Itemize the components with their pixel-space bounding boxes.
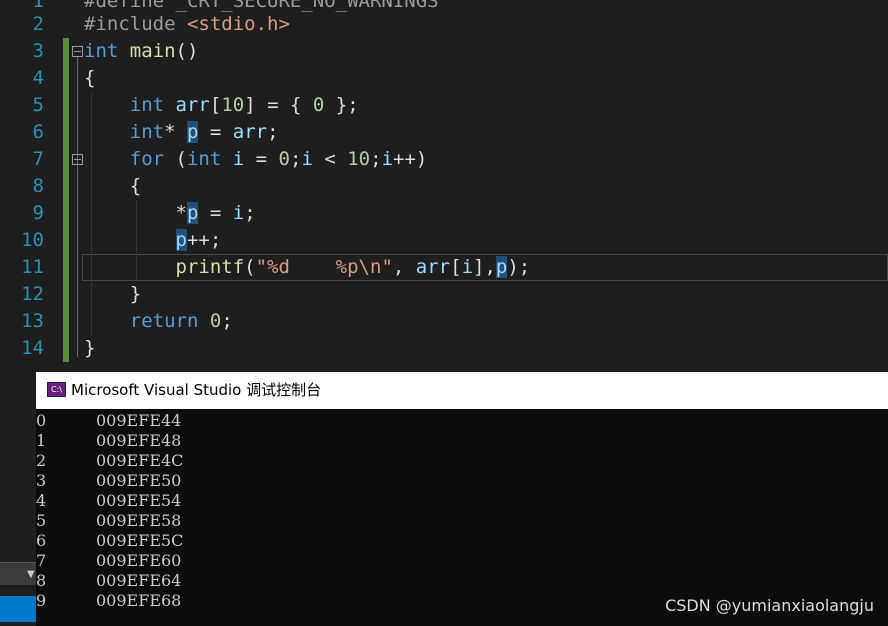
- code-line-9[interactable]: *p = i;: [84, 200, 256, 227]
- variable-i: i: [461, 256, 474, 278]
- line-number: 13: [21, 310, 44, 332]
- output-address: 009EFE60: [96, 551, 182, 570]
- output-index: 5: [36, 511, 47, 530]
- line-number: 3: [32, 40, 44, 62]
- dropdown-arrow-icon[interactable]: ▼: [27, 569, 35, 580]
- output-address: 009EFE68: [96, 591, 182, 610]
- console-output[interactable]: 0 009EFE44 1 009EFE48 2 009EFE4C 3 009EFE50 …: [36, 409, 888, 626]
- keyword-return: return: [129, 310, 199, 332]
- output-address: 009EFE64: [96, 571, 182, 590]
- function-main: main: [129, 40, 176, 62]
- header-name: <stdio.h>: [186, 13, 290, 35]
- line-number: 7: [32, 148, 44, 170]
- code-line-2[interactable]: #include <stdio.h>: [84, 11, 290, 38]
- output-index: 2: [36, 451, 47, 470]
- code-line-14[interactable]: }: [84, 335, 95, 362]
- line-number: 12: [21, 283, 44, 305]
- function-printf: printf: [175, 256, 245, 278]
- output-index: 3: [36, 471, 47, 490]
- line-number: 14: [21, 337, 44, 359]
- csdn-watermark: CSDN @yumianxiaolangju: [665, 596, 874, 615]
- output-index: 8: [36, 571, 47, 590]
- keyword-int: int: [129, 94, 165, 116]
- fold-guide-line: [77, 57, 78, 357]
- number-literal: 0: [209, 310, 222, 332]
- console-window-title: Microsoft Visual Studio 调试控制台: [71, 381, 322, 399]
- output-index: 4: [36, 491, 47, 510]
- number-literal: 10: [221, 94, 245, 116]
- code-line-6[interactable]: int* p = arr;: [84, 119, 279, 146]
- line-number: 2: [32, 13, 44, 35]
- collapse-minus-icon[interactable]: [72, 154, 83, 165]
- code-line-13[interactable]: return 0;: [84, 308, 233, 335]
- output-address: 009EFE4C: [96, 451, 184, 470]
- code-line-3[interactable]: int main(): [84, 38, 198, 65]
- variable-p-highlighted: p: [495, 256, 508, 278]
- format-string: "%d %p\n": [255, 256, 393, 278]
- variable-p-highlighted: p: [175, 229, 187, 251]
- variable-p-highlighted: p: [186, 202, 199, 224]
- line-number: 5: [32, 94, 44, 116]
- variable-i: i: [232, 148, 245, 170]
- variable-p-highlighted: p: [186, 121, 199, 143]
- code-editor[interactable]: 1 2 3 4 5 6 7 8 9 10 11 12 13 14 #define…: [0, 0, 888, 372]
- code-line-7[interactable]: for (int i = 0;i < 10;i++): [84, 146, 428, 173]
- variable-arr: arr: [415, 256, 451, 278]
- output-address: 009EFE50: [96, 471, 182, 490]
- keyword-int: int: [84, 40, 119, 62]
- keyword-int: int: [129, 121, 165, 143]
- output-address: 009EFE5C: [96, 531, 184, 550]
- line-number: 11: [21, 256, 44, 278]
- keyword-int: int: [186, 148, 222, 170]
- variable-arr: arr: [232, 121, 268, 143]
- number-literal: 0: [278, 148, 290, 170]
- keyword-for: for: [129, 148, 165, 170]
- output-index: 9: [36, 591, 47, 610]
- output-address: 009EFE44: [96, 411, 182, 430]
- line-number: 9: [32, 202, 44, 224]
- line-number: 8: [32, 175, 44, 197]
- code-line-10[interactable]: p++;: [84, 227, 221, 254]
- number-literal: 10: [347, 148, 371, 170]
- line-number: 4: [32, 67, 44, 89]
- output-index: 1: [36, 431, 47, 450]
- output-index: 7: [36, 551, 47, 570]
- output-address: 009EFE54: [96, 491, 182, 510]
- console-title-bar[interactable]: C:\ Microsoft Visual Studio 调试控制台: [36, 372, 888, 409]
- variable-i: i: [381, 148, 394, 170]
- code-line-4[interactable]: {: [84, 65, 95, 92]
- line-number: 6: [32, 121, 44, 143]
- variable-arr: arr: [175, 94, 210, 116]
- output-address: 009EFE48: [96, 431, 182, 450]
- code-line-8[interactable]: {: [84, 173, 141, 200]
- ide-left-panel: ▼: [0, 372, 36, 626]
- variable-i: i: [232, 202, 245, 224]
- output-index: 6: [36, 531, 47, 550]
- code-line-11[interactable]: printf("%d %p\n", arr[i],p);: [84, 254, 530, 281]
- collapse-minus-icon[interactable]: [72, 46, 83, 57]
- code-line-5[interactable]: int arr[10] = { 0 };: [84, 92, 359, 119]
- output-address: 009EFE58: [96, 511, 182, 530]
- variable-i: i: [301, 148, 313, 170]
- include-directive: #include: [84, 13, 176, 35]
- number-literal: 0: [312, 94, 325, 116]
- line-number: 10: [21, 229, 44, 251]
- code-line-12[interactable]: }: [84, 281, 141, 308]
- change-tracking-bar: [63, 38, 69, 362]
- status-bar-segment: [0, 596, 36, 622]
- output-index: 0: [36, 411, 47, 430]
- console-app-icon: C:\: [47, 382, 66, 397]
